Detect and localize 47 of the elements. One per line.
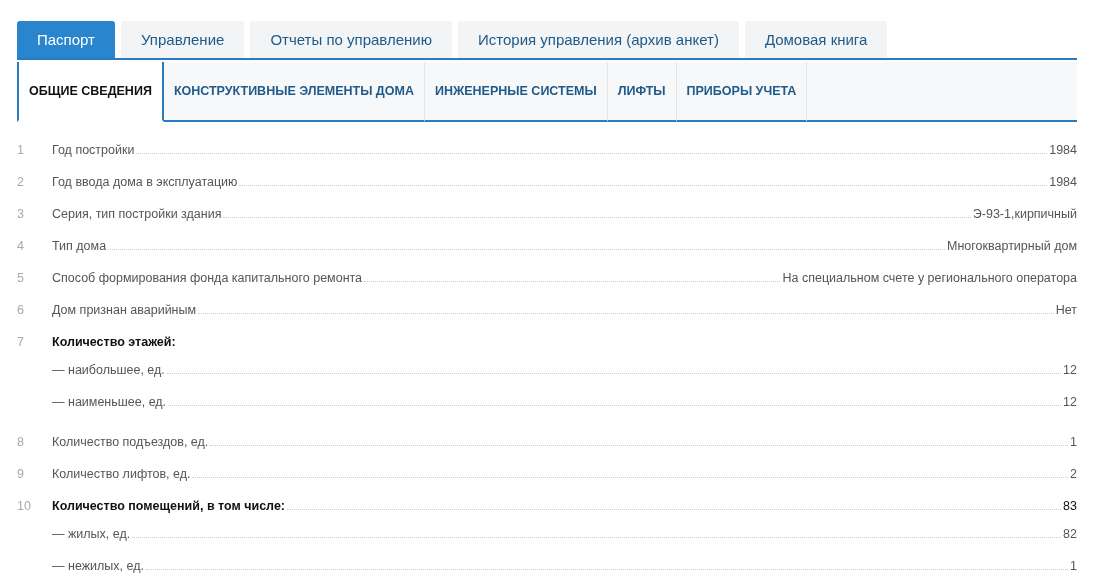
field-label: Количество этажей: xyxy=(52,334,176,350)
row-number: 7 xyxy=(17,335,24,349)
field-label: Год ввода дома в эксплуатацию xyxy=(52,174,238,190)
field-value: На специальном счете у регионального оператора xyxy=(782,270,1077,286)
field-label: Способ формирования фонда капитального ремонта xyxy=(52,270,363,286)
subtab[interactable]: ОБЩИЕ СВЕДЕНИЯ xyxy=(17,62,164,122)
field-label: Количество лифтов, ед. xyxy=(52,466,191,482)
field-value: 2 xyxy=(1070,466,1077,482)
field-value: Нет xyxy=(1055,302,1077,318)
field-label: Количество помещений, в том числе: xyxy=(52,498,285,514)
tab[interactable]: Управление xyxy=(121,21,245,58)
subtab[interactable]: КОНСТРУКТИВНЫЕ ЭЛЕМЕНТЫ ДОМА xyxy=(163,62,425,122)
row-number: 5 xyxy=(17,271,24,285)
field-label: Год постройки xyxy=(52,142,135,158)
tab[interactable]: История управления (архив анкет) xyxy=(457,21,739,58)
row-number: 1 xyxy=(17,143,24,157)
field-value: Многоквартирный дом xyxy=(947,238,1077,254)
subtab[interactable]: ЛИФТЫ xyxy=(607,62,677,122)
row-number: 2 xyxy=(17,175,24,189)
field-value: 1984 xyxy=(1049,142,1077,158)
field-value: 83 xyxy=(1063,498,1077,514)
row-number: 9 xyxy=(17,467,24,481)
row-number: 3 xyxy=(17,207,24,221)
field-value: 12 xyxy=(1063,394,1077,410)
row-number: 10 xyxy=(17,499,31,513)
tab[interactable]: Домовая книга xyxy=(744,21,888,58)
field-label: Дом признан аварийным xyxy=(52,302,197,318)
field-value: 1 xyxy=(1070,434,1077,450)
row-number: 4 xyxy=(17,239,24,253)
field-value: 1 xyxy=(1070,558,1077,574)
row-number: 8 xyxy=(17,435,24,449)
subtab[interactable]: ПРИБОРЫ УЧЕТА xyxy=(676,62,808,122)
field-value: 12 xyxy=(1063,362,1077,378)
row-number: 6 xyxy=(17,303,24,317)
field-label: — нежилых, ед. xyxy=(52,558,144,574)
field-label: — жилых, ед. xyxy=(52,526,131,542)
field-value: 1984 xyxy=(1049,174,1077,190)
field-label: — наименьшее, ед. xyxy=(52,394,167,410)
field-label: Количество подъездов, ед. xyxy=(52,434,209,450)
field-value: Э-93-1,кирпичный xyxy=(972,206,1077,222)
tab[interactable]: Отчеты по управлению xyxy=(250,21,452,58)
field-label: Серия, тип постройки здания xyxy=(52,206,222,222)
field-label: Тип дома xyxy=(52,238,107,254)
field-value: 82 xyxy=(1063,526,1077,542)
field-label: — наибольшее, ед. xyxy=(52,362,165,378)
tab[interactable]: Паспорт xyxy=(17,21,115,58)
subtab[interactable]: ИНЖЕНЕРНЫЕ СИСТЕМЫ xyxy=(424,62,608,122)
